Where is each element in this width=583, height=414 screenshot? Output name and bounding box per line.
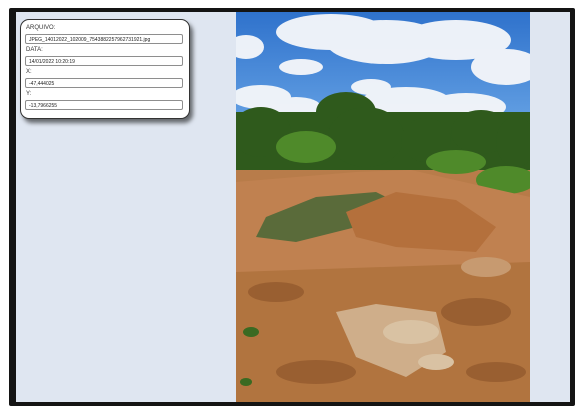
x-label: X: (26, 69, 32, 75)
photo-metadata-card: ARQUIVO: JPEG_14012022_102009_7543882257… (20, 19, 190, 119)
y-field[interactable]: -13,7966255 (25, 100, 183, 110)
arquivo-field[interactable]: JPEG_14012022_102009_7543882257962731921… (25, 34, 183, 44)
data-label: DATA: (26, 47, 43, 53)
data-field[interactable]: 14/01/2022 10:20:19 (25, 56, 183, 66)
x-field[interactable]: -47,444025 (25, 78, 183, 88)
arquivo-label: ARQUIVO: (26, 25, 56, 31)
right-panel (530, 12, 570, 402)
y-label: Y: (26, 91, 32, 97)
site-photo (236, 12, 530, 402)
